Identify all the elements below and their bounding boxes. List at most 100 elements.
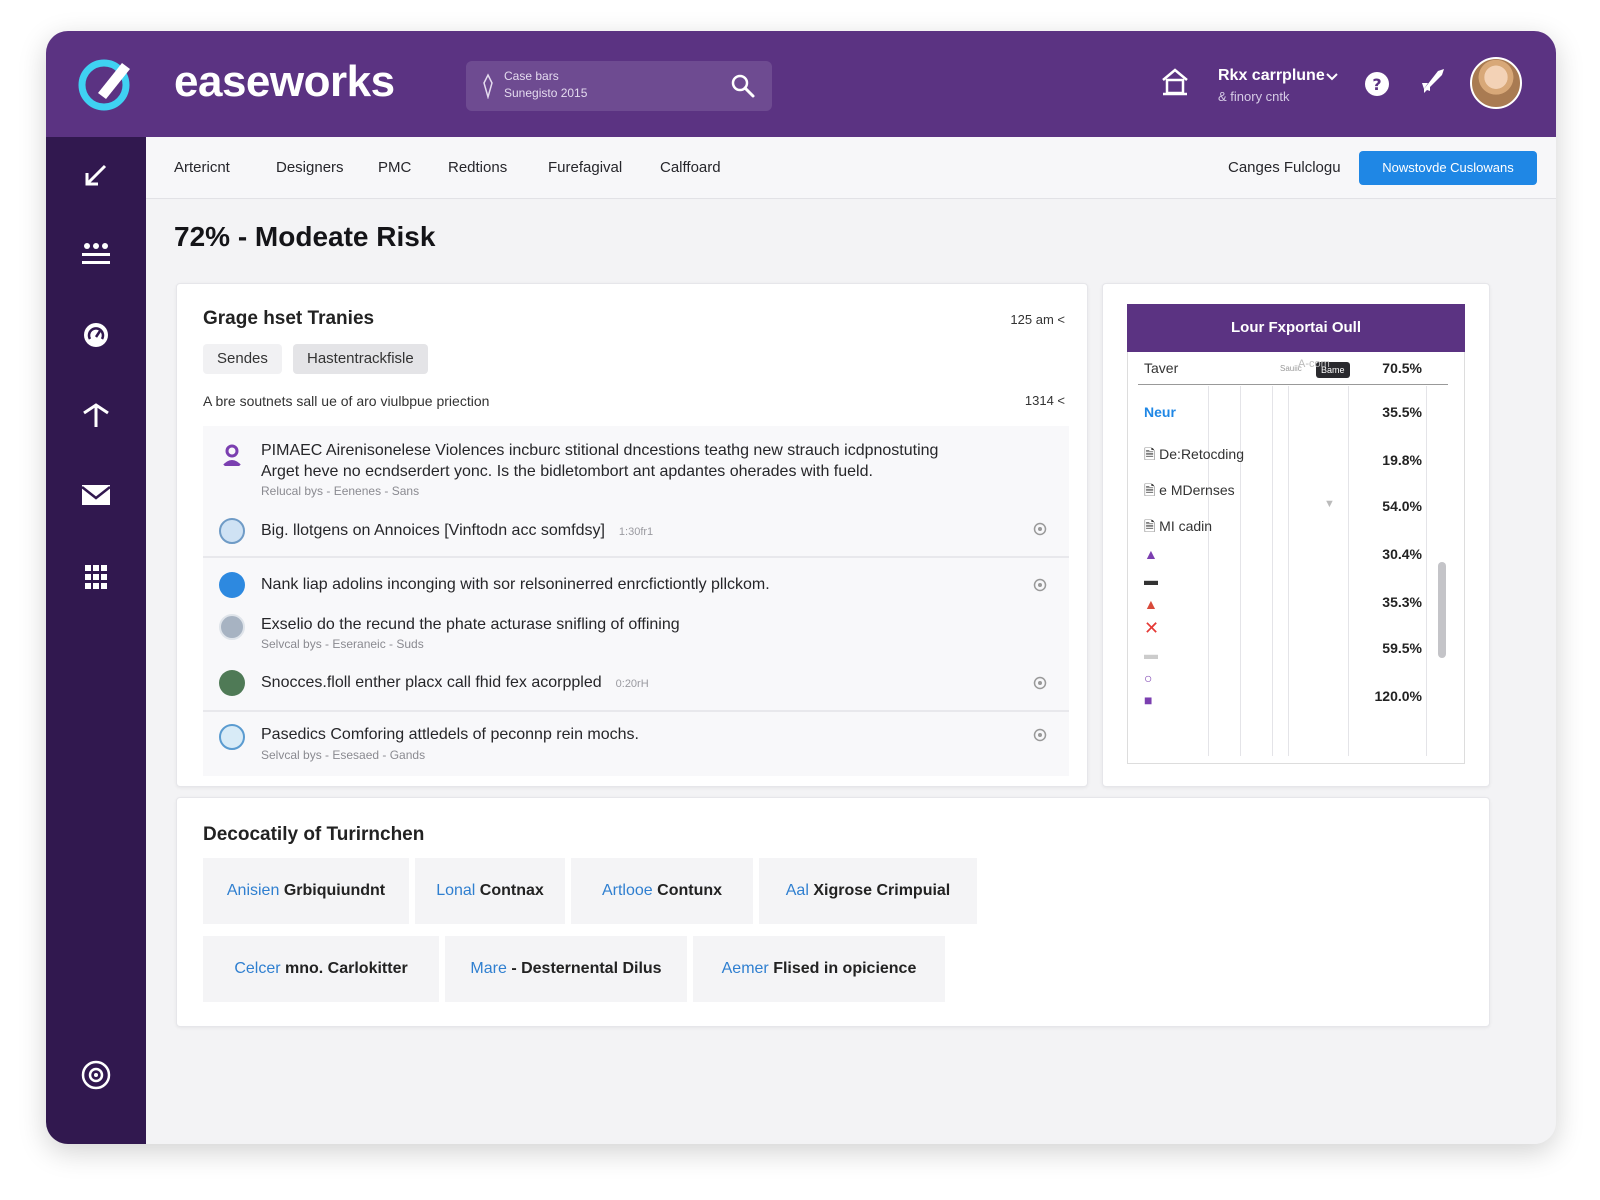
badge-icon: ▬ bbox=[1144, 572, 1158, 588]
exposure-card: Lour Fxportai Oull Sauiic Bame A-com Tav… bbox=[1102, 283, 1490, 787]
row-label: 🗎 De:Retocding bbox=[1144, 446, 1244, 462]
item-text: Big. llotgens on Annoices [Vinftodn acc … bbox=[261, 522, 654, 539]
item-text: Nank liap adolins inconging with sor rel… bbox=[261, 576, 770, 593]
grid-line bbox=[1240, 386, 1241, 756]
list-divider bbox=[203, 556, 1069, 558]
filter-chip-active[interactable]: Hastentrackfisle bbox=[293, 344, 428, 374]
row-value: 54.0% bbox=[1382, 498, 1422, 514]
card-time[interactable]: 125 am < bbox=[1010, 312, 1065, 327]
svg-text:?: ? bbox=[1372, 75, 1381, 94]
user-icon bbox=[222, 444, 242, 466]
grid-line bbox=[1348, 386, 1349, 756]
item-text: Pasedics Comforing attledels of peconnp … bbox=[261, 726, 639, 743]
document-icon bbox=[219, 518, 245, 544]
item-meta: Relucal bys - Eenenes - Sans bbox=[261, 484, 420, 498]
home-icon[interactable] bbox=[1160, 67, 1190, 97]
grid-line bbox=[1426, 386, 1427, 756]
more-icon[interactable] bbox=[1033, 728, 1047, 742]
grid-icon[interactable] bbox=[80, 561, 112, 593]
item-meta: Selvcal bys - Eseraneic - Suds bbox=[261, 637, 424, 651]
row-value: 35.3% bbox=[1382, 594, 1422, 610]
item-text-line-1: PIMAEC Airenisonelese Violences incburc … bbox=[261, 442, 939, 459]
person-avatar-icon bbox=[219, 614, 245, 640]
edit-icon[interactable] bbox=[80, 159, 112, 191]
caret-down-icon: ▼ bbox=[1324, 498, 1335, 510]
close-icon[interactable]: ✕ bbox=[1144, 618, 1159, 639]
exposure-table: Sauiic Bame A-com Taver 70.5% Neur 35.5%… bbox=[1127, 352, 1465, 764]
tab-1[interactable]: Artericnt bbox=[174, 159, 230, 176]
document-icon: 🗎 bbox=[1144, 446, 1156, 462]
help-icon[interactable]: ? bbox=[1364, 71, 1390, 97]
tab-5[interactable]: Furefagival bbox=[548, 159, 622, 176]
list-divider bbox=[203, 710, 1069, 712]
row-value: 120.0% bbox=[1374, 688, 1422, 704]
globe-icon bbox=[219, 572, 245, 598]
search-icon[interactable] bbox=[730, 73, 756, 99]
app-window: easeworks Case bars Sunegisto 2015 Rkx c… bbox=[46, 31, 1556, 1144]
details-card: Decocatily of Turirnchen Anisien Grbiqui… bbox=[176, 797, 1490, 1027]
filter-chip[interactable]: Sendes bbox=[203, 344, 282, 374]
details-title: Decocatily of Turirnchen bbox=[203, 824, 425, 845]
logo-icon[interactable] bbox=[76, 53, 136, 113]
pin-icon bbox=[483, 73, 493, 99]
avatar[interactable] bbox=[1470, 57, 1522, 109]
page-title: 72% - Modeate Risk bbox=[174, 221, 436, 252]
card-title: Grage hset Tranies bbox=[203, 308, 375, 329]
row-label[interactable]: Neur bbox=[1144, 404, 1176, 420]
settings-icon[interactable] bbox=[80, 1059, 112, 1091]
detail-pill[interactable]: Artlooe Contunx bbox=[571, 858, 753, 924]
rocket-icon[interactable] bbox=[1416, 65, 1448, 97]
search-line-2: Sunegisto 2015 bbox=[504, 86, 588, 100]
activity-card: Grage hset Tranies 125 am < Sendes Haste… bbox=[176, 283, 1088, 787]
tab-6[interactable]: Calffoard bbox=[660, 159, 721, 176]
more-icon[interactable] bbox=[1033, 676, 1047, 690]
user-icon: ▲ bbox=[1144, 546, 1158, 562]
cloud-icon bbox=[219, 724, 245, 750]
card-subtitle-time[interactable]: 1314 < bbox=[1025, 393, 1065, 408]
pin-icon[interactable] bbox=[80, 399, 112, 431]
row-value: 35.5% bbox=[1382, 404, 1422, 420]
primary-cta-button[interactable]: Nowstovde Cuslowans bbox=[1359, 151, 1537, 185]
account-subtitle: & finory cntk bbox=[1218, 89, 1290, 104]
item-meta: Selvcal bys - Esesaed - Gands bbox=[261, 748, 426, 762]
grid-line bbox=[1288, 386, 1289, 756]
detail-pill[interactable]: Aemer Flised in opicience bbox=[693, 936, 945, 1002]
search-bar[interactable]: Case bars Sunegisto 2015 bbox=[466, 61, 772, 111]
card-subtitle: A bre soutnets sall ue of aro viulbpue p… bbox=[203, 393, 490, 409]
scrollbar-thumb[interactable] bbox=[1438, 562, 1446, 658]
tab-3[interactable]: PMC bbox=[378, 159, 411, 176]
item-text: Snocces.floll enther placx call fhid fex… bbox=[261, 674, 649, 691]
tab-4[interactable]: Redtions bbox=[448, 159, 507, 176]
nav-right-link[interactable]: Canges Fulclogu bbox=[1228, 159, 1341, 176]
detail-pill[interactable]: Mare - Desternental Dilus bbox=[445, 936, 687, 1002]
item-text-line-2: Arget heve no ecndserdert yonc. Is the b… bbox=[261, 463, 873, 480]
person-avatar-icon bbox=[219, 670, 245, 696]
more-icon[interactable] bbox=[1033, 522, 1047, 536]
sidebar bbox=[46, 137, 146, 1144]
search-line-1: Case bars bbox=[504, 69, 559, 83]
detail-pill[interactable]: Anisien Grbiquiundnt bbox=[203, 858, 409, 924]
dashboard-icon[interactable] bbox=[80, 319, 112, 351]
top-bar: easeworks Case bars Sunegisto 2015 Rkx c… bbox=[46, 31, 1556, 137]
row-value: 59.5% bbox=[1382, 640, 1422, 656]
more-icon[interactable] bbox=[1033, 578, 1047, 592]
row-value: 30.4% bbox=[1382, 546, 1422, 562]
bookmark-icon: ■ bbox=[1144, 692, 1153, 708]
grid-line bbox=[1208, 386, 1209, 756]
document-icon: 🗎 bbox=[1144, 482, 1156, 498]
exposure-title: Lour Fxportai Oull bbox=[1127, 304, 1465, 352]
detail-pill[interactable]: Lonal Contnax bbox=[415, 858, 565, 924]
row-value: 70.5% bbox=[1382, 360, 1422, 376]
tab-2[interactable]: Designers bbox=[276, 159, 344, 176]
menu-icon[interactable] bbox=[80, 239, 112, 271]
chevron-down-icon[interactable] bbox=[1326, 73, 1338, 81]
detail-pill[interactable]: Celcer mno. Carlokitter bbox=[203, 936, 439, 1002]
main-content: Artericnt Designers PMC Redtions Furefag… bbox=[146, 137, 1556, 1144]
brand-name[interactable]: easeworks bbox=[174, 57, 395, 107]
mail-icon[interactable] bbox=[80, 479, 112, 511]
activity-list: PIMAEC Airenisonelese Violences incburc … bbox=[203, 426, 1069, 776]
header-rule bbox=[1138, 384, 1448, 385]
placeholder-icon: ▬ bbox=[1144, 646, 1158, 662]
account-name[interactable]: Rkx carrplune bbox=[1218, 67, 1325, 85]
detail-pill[interactable]: Aal Xigrose Crimpuial bbox=[759, 858, 977, 924]
